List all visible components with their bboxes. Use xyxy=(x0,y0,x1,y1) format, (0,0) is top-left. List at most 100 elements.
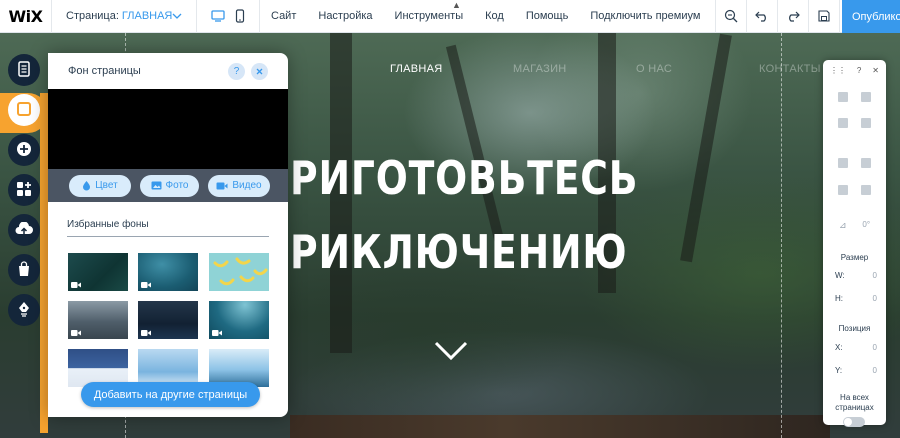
site-nav: ГЛАВНАЯ МАГАЗИН О НАС КОНТАКТЫ xyxy=(390,63,882,75)
rail-button-upload[interactable] xyxy=(8,214,40,246)
hero-headline-line2[interactable]: РИКЛЮЧЕНИЮ xyxy=(290,225,628,279)
drag-handle-icon[interactable]: ⋮⋮ xyxy=(830,66,846,75)
x-value: 0 xyxy=(872,343,877,352)
thumbnail-dark-teal[interactable] xyxy=(68,253,128,291)
inspector-help-button[interactable]: ? xyxy=(857,66,861,75)
chevron-down-icon xyxy=(172,11,182,22)
upload-icon xyxy=(15,220,33,239)
delete-icon[interactable] xyxy=(861,118,872,128)
position-label: Позиция xyxy=(838,324,871,333)
redo-icon[interactable] xyxy=(777,0,808,33)
video-badge-icon xyxy=(71,282,81,288)
align-row xyxy=(823,185,886,195)
collapse-topbar-icon[interactable]: ▲ xyxy=(452,0,461,10)
page-selector-label: Страница: xyxy=(66,10,119,22)
bring-forward-icon[interactable] xyxy=(837,158,848,168)
thumbnail-underwater[interactable] xyxy=(209,301,269,339)
publish-button[interactable]: Опубликовать xyxy=(842,0,900,33)
video-badge-icon xyxy=(71,330,81,336)
video-button[interactable]: Видео xyxy=(208,174,270,197)
height-field[interactable]: H: 0 xyxy=(835,294,877,303)
site-nav-home[interactable]: ГЛАВНАЯ xyxy=(390,63,513,75)
arrange-row xyxy=(823,158,886,168)
inspector-header: ⋮⋮ ? ✕ xyxy=(823,60,886,80)
menu-code[interactable]: Код xyxy=(474,10,515,22)
copy-row xyxy=(823,92,886,102)
background-preview[interactable] xyxy=(48,89,288,169)
panel-header: Фон страницы ? xyxy=(48,53,288,89)
image-button[interactable]: Фото xyxy=(140,174,199,197)
help-button[interactable]: ? xyxy=(228,62,245,80)
favorites-section-title: Избранные фоны xyxy=(67,219,269,237)
zoom-icon[interactable] xyxy=(715,0,746,33)
left-rail xyxy=(0,33,48,438)
height-value: 0 xyxy=(872,294,877,303)
rail-button-add[interactable] xyxy=(8,134,40,166)
video-badge-icon xyxy=(141,282,151,288)
rail-button-pages[interactable] xyxy=(8,54,40,86)
wix-logo[interactable]: WiX xyxy=(0,0,52,33)
menu-site[interactable]: Сайт xyxy=(260,10,307,22)
thumbnail-bananas[interactable] xyxy=(209,253,269,291)
hero-headline-line1[interactable]: РИГОТОВЬТЕСЬ xyxy=(290,151,638,205)
rail-button-store[interactable] xyxy=(8,254,40,286)
rail-button-apps[interactable] xyxy=(8,174,40,206)
color-button[interactable]: Цвет xyxy=(69,174,131,197)
video-icon xyxy=(216,182,228,189)
rail-button-blog[interactable] xyxy=(8,294,40,326)
background-icon xyxy=(16,101,32,120)
inspector-panel: ⋮⋮ ? ✕ ⊿ 0° Размер W: 0 H: 0 Позиция X: … xyxy=(823,60,886,427)
video-badge-icon xyxy=(212,330,222,336)
all-pages-toggle[interactable] xyxy=(843,417,865,427)
paste-icon[interactable] xyxy=(861,92,872,102)
distribute-icon[interactable] xyxy=(861,185,872,195)
menu-upgrade[interactable]: Подключить премиум xyxy=(579,10,711,22)
desktop-icon[interactable] xyxy=(211,10,225,22)
y-field[interactable]: Y: 0 xyxy=(835,366,877,375)
duplicate-row xyxy=(823,118,886,128)
scroll-down-chevron-icon[interactable] xyxy=(434,341,468,364)
duplicate-icon[interactable] xyxy=(837,118,848,128)
close-icon xyxy=(256,68,263,74)
rotate-row: ⊿ 0° xyxy=(823,220,886,231)
save-icon[interactable] xyxy=(808,0,839,33)
inspector-close-icon[interactable]: ✕ xyxy=(872,66,879,75)
rotate-icon: ⊿ xyxy=(838,220,847,230)
x-label: X: xyxy=(835,343,843,352)
close-button[interactable] xyxy=(251,62,268,80)
add-icon xyxy=(16,141,32,160)
thumbnail-storm-clouds[interactable] xyxy=(68,301,128,339)
site-nav-about[interactable]: О НАС xyxy=(636,63,759,75)
menu-settings[interactable]: Настройка xyxy=(307,10,383,22)
blog-icon xyxy=(17,301,31,320)
image-icon xyxy=(151,181,161,190)
top-bar: WiX Страница: ГЛАВНАЯ Сайт Настройка Инс… xyxy=(0,0,900,33)
rail-button-background[interactable] xyxy=(8,94,40,126)
all-pages-label: На всех страницах xyxy=(835,393,874,412)
video-badge-icon xyxy=(141,330,151,336)
store-icon xyxy=(17,260,31,280)
align-center-icon[interactable] xyxy=(837,185,848,195)
x-field[interactable]: X: 0 xyxy=(835,343,877,352)
site-nav-shop[interactable]: МАГАЗИН xyxy=(513,63,636,75)
send-backward-icon[interactable] xyxy=(861,158,872,168)
active-panel-accent xyxy=(40,93,48,433)
menus-pages-icon xyxy=(17,60,31,80)
menu-help[interactable]: Помощь xyxy=(515,10,580,22)
video-button-label: Видео xyxy=(232,180,262,191)
rotate-value[interactable]: 0° xyxy=(862,220,870,231)
page-selector[interactable]: Страница: ГЛАВНАЯ xyxy=(52,0,197,33)
undo-icon[interactable] xyxy=(746,0,777,33)
size-label: Размер xyxy=(840,253,869,262)
mobile-icon[interactable] xyxy=(235,9,245,23)
y-label: Y: xyxy=(835,366,843,375)
menu-tools[interactable]: Инструменты xyxy=(384,10,475,22)
background-type-bar: Цвет Фото Видео xyxy=(48,169,288,202)
thumbnail-night-water[interactable] xyxy=(138,301,198,339)
width-value: 0 xyxy=(872,271,877,280)
width-field[interactable]: W: 0 xyxy=(835,271,877,280)
copy-icon[interactable] xyxy=(837,92,848,102)
height-label: H: xyxy=(835,294,843,303)
add-to-other-pages-button[interactable]: Добавить на другие страницы xyxy=(81,382,260,407)
thumbnail-ocean-surface[interactable] xyxy=(138,253,198,291)
